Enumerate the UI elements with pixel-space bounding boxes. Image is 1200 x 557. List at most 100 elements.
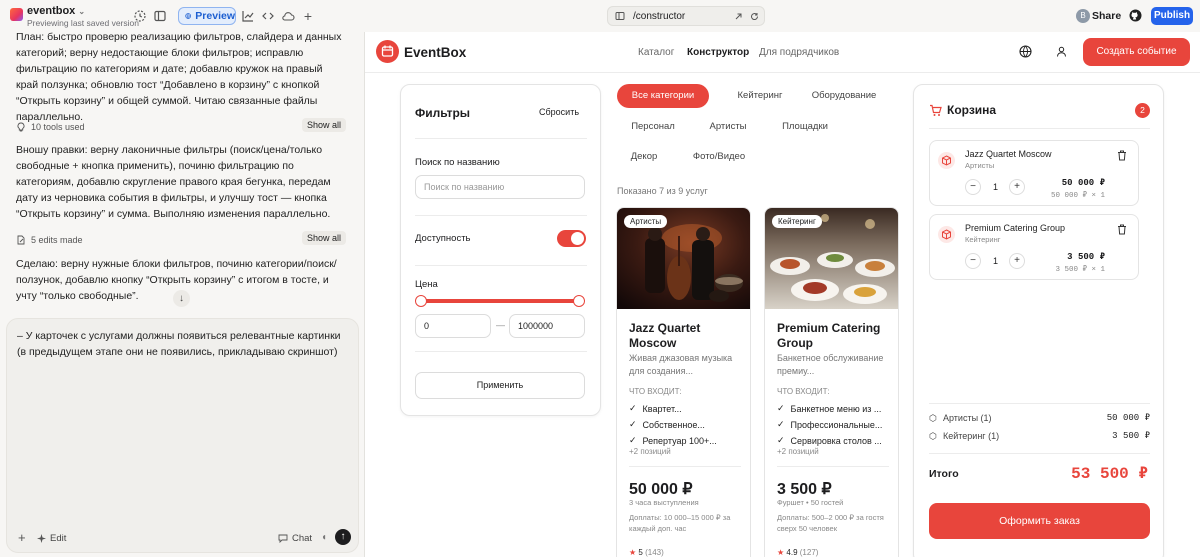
edit-mode-button[interactable]: Edit: [37, 533, 66, 544]
tools-used-label: 10 tools used: [31, 122, 85, 132]
card-price: 50 000 ₽: [629, 481, 693, 498]
cloud-icon[interactable]: [281, 9, 295, 23]
preview-label: Preview: [195, 10, 235, 22]
card-more-items: +2 позиций: [777, 447, 819, 456]
search-label: Поиск по названию: [415, 157, 500, 168]
create-event-button[interactable]: Создать событие: [1083, 38, 1190, 66]
apply-filters-button[interactable]: Применить: [415, 372, 585, 399]
check-icon: ✓: [777, 403, 785, 413]
decrease-quantity-button[interactable]: −: [965, 179, 981, 195]
check-icon: ✓: [629, 403, 637, 413]
search-input[interactable]: Поиск по названию: [415, 175, 585, 199]
checkout-button[interactable]: Оформить заказ: [929, 503, 1150, 539]
card-include-item: ✓ Собственное...: [629, 419, 705, 430]
category-decor[interactable]: Декор: [617, 145, 671, 169]
service-card[interactable]: Кейтеринг Premium Catering Group Банкетн…: [764, 207, 899, 557]
cart-item-name: Premium Catering Group: [965, 223, 1066, 233]
brand-name[interactable]: EventBox: [404, 45, 466, 60]
composer[interactable]: – У карточек с услугами должны появиться…: [6, 318, 359, 553]
page-icon: [615, 12, 625, 20]
nav-catalog[interactable]: Каталог: [638, 47, 674, 58]
price-slider-min-handle[interactable]: [415, 295, 427, 307]
service-card[interactable]: Артисты Jazz Quartet Moscow Живая джазов…: [616, 207, 751, 557]
show-all-edits-button[interactable]: Show all: [301, 231, 346, 245]
nav-constructor[interactable]: Конструктор: [687, 47, 749, 58]
open-external-icon[interactable]: [734, 12, 743, 21]
card-price: 3 500 ₽: [777, 481, 832, 498]
category-staff[interactable]: Персонал: [617, 115, 689, 139]
divider: [415, 138, 587, 139]
composer-input[interactable]: – У карточек с услугами должны появиться…: [17, 328, 347, 360]
share-button[interactable]: Share: [1092, 10, 1121, 22]
project-name[interactable]: eventbox ⌄: [27, 5, 85, 17]
card-include-item: ✓ Банкетное меню из ...: [777, 403, 882, 414]
card-include-item: ✓ Сервировка столов ...: [777, 435, 882, 446]
price-slider-track[interactable]: [421, 299, 579, 303]
box-icon: [938, 226, 955, 243]
divider: [929, 403, 1150, 404]
refresh-icon[interactable]: [750, 12, 759, 21]
preview-button[interactable]: Preview: [178, 7, 236, 25]
analytics-icon[interactable]: [241, 9, 255, 23]
category-venues[interactable]: Площадки: [770, 115, 840, 139]
publish-button[interactable]: Publish: [1151, 7, 1193, 25]
divider: [629, 466, 741, 467]
trash-icon[interactable]: [1117, 224, 1127, 235]
summary-row: ⬡ Артисты (1) 50 000 ₽: [929, 413, 1150, 423]
category-all[interactable]: Все категории: [617, 84, 709, 108]
cart-item-subtotal: 50 000 ₽ × 1: [1050, 192, 1105, 200]
card-include-item: ✓ Квартет...: [629, 403, 682, 414]
box-icon: [938, 152, 955, 169]
cart-item-quantity: 1: [993, 256, 999, 266]
cart-item: Jazz Quartet Moscow Артисты − 1 + 50 000…: [929, 140, 1139, 206]
edit-label: Edit: [50, 533, 67, 544]
reset-filters-button[interactable]: Сбросить: [539, 107, 579, 117]
language-globe-icon[interactable]: [1019, 45, 1032, 58]
edits-made-label: 5 edits made: [31, 235, 83, 245]
add-icon[interactable]: +: [301, 9, 315, 23]
github-icon[interactable]: [1129, 9, 1143, 23]
lightbulb-icon: [17, 122, 25, 132]
avatar[interactable]: B: [1076, 9, 1090, 23]
results-count: Показано 7 из 9 услуг: [617, 186, 708, 196]
check-icon: ✓: [629, 419, 637, 429]
chat-mode-button[interactable]: Chat: [278, 533, 312, 544]
site-preview: EventBox Каталог Конструктор Для подрядч…: [364, 32, 1200, 557]
history-icon[interactable]: [133, 9, 147, 23]
price-slider-max-handle[interactable]: [573, 295, 585, 307]
site-header: EventBox Каталог Конструктор Для подрядч…: [365, 32, 1200, 73]
calendar-icon[interactable]: [376, 40, 399, 63]
card-include-item: ✓ Профессиональные...: [777, 419, 883, 430]
star-icon: ★: [629, 548, 637, 557]
price-min-input[interactable]: 0: [415, 314, 491, 338]
card-include-item: ✓ Репертуар 100+...: [629, 435, 717, 446]
availability-toggle[interactable]: [557, 230, 586, 247]
card-image-catering: Кейтеринг: [765, 208, 898, 309]
voice-icon[interactable]: ◖: [321, 532, 327, 543]
trash-icon[interactable]: [1117, 150, 1127, 161]
app-logo-icon[interactable]: [10, 8, 23, 21]
decrease-quantity-button[interactable]: −: [965, 253, 981, 269]
filters-panel: Фильтры Сбросить Поиск по названию Поиск…: [400, 84, 601, 416]
code-icon[interactable]: [261, 9, 275, 23]
increase-quantity-button[interactable]: +: [1009, 253, 1025, 269]
category-photo-video[interactable]: Фото/Видео: [685, 145, 753, 169]
sidebar-toggle-icon[interactable]: [153, 9, 167, 23]
category-equipment[interactable]: Оборудование: [803, 84, 885, 108]
show-all-tools-button[interactable]: Show all: [301, 118, 346, 132]
divider: [415, 215, 587, 216]
category-catering[interactable]: Кейтеринг: [720, 84, 800, 108]
category-artists[interactable]: Артисты: [695, 115, 761, 139]
edit-file-icon: [17, 235, 25, 245]
attach-icon[interactable]: +: [18, 530, 26, 545]
scroll-down-button[interactable]: ↓: [173, 290, 190, 307]
sparkle-icon: [37, 534, 46, 543]
increase-quantity-button[interactable]: +: [1009, 179, 1025, 195]
url-bar[interactable]: /constructor: [607, 6, 765, 26]
send-button[interactable]: ↑: [335, 529, 351, 545]
price-max-input[interactable]: 1000000: [509, 314, 585, 338]
card-title: Premium Catering Group: [777, 321, 881, 350]
summary-value: 3 500 ₽: [1112, 431, 1150, 441]
nav-contractors[interactable]: Для подрядчиков: [759, 47, 839, 58]
user-icon[interactable]: [1056, 46, 1067, 57]
